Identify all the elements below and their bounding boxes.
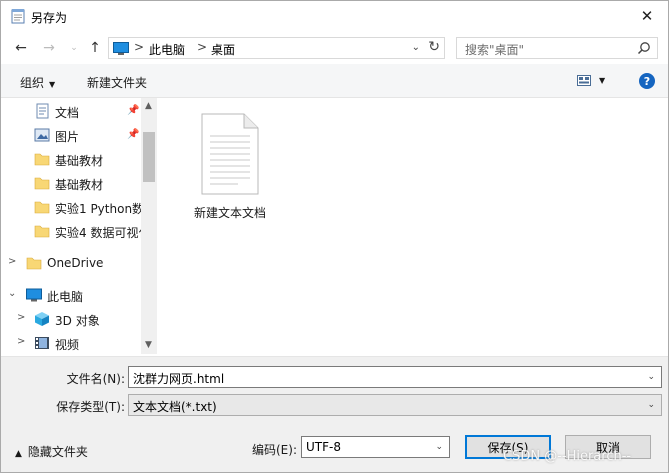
address-dropdown-icon[interactable]: ⌄ [412,42,420,53]
notepad-icon [11,9,25,24]
breadcrumb-desktop[interactable]: 桌面 [211,41,235,58]
help-button[interactable]: ? [639,73,655,89]
search-icon[interactable] [637,41,651,55]
navigation-pane: 文档 📌 图片 📌 基础教材 基础教材 实验1 Python数 实验4 数据可视… [1,98,157,354]
nav-item-folder[interactable]: 实验4 数据可视化 [1,220,141,242]
pictures-icon [34,128,50,142]
nav-item-label: 基础教材 [55,154,104,168]
view-dropdown-icon[interactable]: ▼ [599,76,605,85]
nav-item-label: 此电脑 [47,290,84,304]
chevron-up-icon: ▲ [15,449,22,459]
scrollbar-thumb[interactable] [143,132,155,182]
breadcrumb-separator: > [134,40,145,54]
nav-item-label: 视频 [55,338,80,352]
arrow-right-icon: → [43,40,55,56]
caret-down-icon: ▼ [49,80,56,89]
nav-item-label: 文档 [55,106,80,120]
file-item[interactable]: 新建文本文档 [187,110,273,220]
nav-item-this-pc[interactable]: ⌄ 此电脑 [1,284,141,306]
help-icon: ? [643,74,651,88]
folder-icon [34,225,50,238]
search-box[interactable]: 搜索"桌面" [456,37,658,59]
chevron-right-icon[interactable]: > [8,256,16,267]
file-name: 新建文本文档 [193,206,266,220]
hide-folders-button[interactable]: ▲ 隐藏文件夹 [15,443,88,460]
scroll-up-icon[interactable]: ▲ [145,101,152,111]
window-title: 另存为 [31,11,68,25]
back-button[interactable]: ← [11,38,31,58]
filename-label: 文件名(N): [66,372,125,386]
chevron-down-icon: ⌄ [435,442,443,452]
text-file-icon [201,113,259,195]
folder-icon [34,177,50,190]
file-list: 新建文本文档 [161,98,668,354]
chevron-down-icon: ⌄ [70,43,78,53]
chevron-right-icon[interactable]: > [17,336,25,347]
encoding-label: 编码(E): [252,443,297,457]
filetype-label: 保存类型(T): [56,400,125,414]
onedrive-folder-icon [26,257,42,270]
encoding-value: UTF-8 [306,440,341,454]
hide-folders-label: 隐藏文件夹 [27,445,88,459]
folder-icon [34,201,50,214]
chevron-down-icon: ⌄ [647,400,655,410]
nav-pane-scrollbar[interactable]: ▲ ▼ [141,98,157,354]
nav-item-onedrive[interactable]: > OneDrive [1,252,141,274]
chevron-right-icon[interactable]: > [17,312,25,323]
up-button[interactable]: ↑ [85,38,105,58]
refresh-icon[interactable]: ↻ [428,39,440,55]
filetype-select[interactable]: 文本文档(*.txt) ⌄ [128,394,662,416]
organize-label: 组织 [20,76,45,90]
arrow-left-icon: ← [15,40,27,56]
pin-icon[interactable]: 📌 [127,105,139,116]
scroll-down-icon[interactable]: ▼ [145,340,152,350]
documents-icon [36,103,49,119]
arrow-up-icon: ↑ [89,40,101,56]
filetype-value: 文本文档(*.txt) [133,400,217,414]
save-as-dialog: 另存为 ✕ ← → ⌄ ↑ > 此电脑 > 桌面 ⌄ ↻ 搜索"桌面" 组织 ▼… [0,0,669,473]
computer-icon [26,288,42,302]
view-options-icon[interactable] [577,75,591,86]
nav-item-label: 实验1 Python数 [55,202,141,216]
command-bar: 组织 ▼ 新建文件夹 ▼ ? [1,64,668,98]
address-bar[interactable]: > 此电脑 > 桌面 ⌄ ↻ [108,37,445,59]
navigation-row: ← → ⌄ ↑ > 此电脑 > 桌面 ⌄ ↻ 搜索"桌面" [1,32,668,64]
nav-item-label: 3D 对象 [55,314,100,328]
breadcrumb-this-pc[interactable]: 此电脑 [149,41,185,58]
organize-button[interactable]: 组织 ▼ [20,74,55,91]
nav-item-label: 实验4 数据可视化 [55,226,141,240]
nav-item-label: OneDrive [47,256,104,270]
filename-field[interactable]: 沈群力网页.html ⌄ [128,366,662,388]
close-button[interactable]: ✕ [632,3,662,29]
recent-locations-button[interactable]: ⌄ [64,38,84,58]
videos-icon [35,337,49,349]
nav-item-documents[interactable]: 文档 📌 [1,100,141,122]
watermark: CSDN @--Hierarch-- [503,449,632,464]
nav-item-3d-objects[interactable]: > 3D 对象 [1,308,141,330]
computer-icon [113,42,129,55]
3d-objects-icon [35,312,49,326]
chevron-down-icon[interactable]: ⌄ [8,288,16,299]
encoding-select[interactable]: UTF-8 ⌄ [301,436,450,458]
nav-item-folder[interactable]: 实验1 Python数 [1,196,141,218]
chevron-down-icon[interactable]: ⌄ [647,372,655,382]
close-icon: ✕ [640,7,654,25]
nav-item-label: 基础教材 [55,178,104,192]
filename-value: 沈群力网页.html [133,372,225,386]
forward-button[interactable]: → [39,38,59,58]
nav-item-pictures[interactable]: 图片 📌 [1,124,141,146]
nav-item-folder[interactable]: 基础教材 [1,148,141,170]
search-input[interactable]: 搜索"桌面" [465,41,524,58]
nav-item-label: 图片 [55,130,80,144]
nav-item-videos[interactable]: > 视频 [1,332,141,354]
new-folder-button[interactable]: 新建文件夹 [87,74,147,91]
pin-icon[interactable]: 📌 [127,129,139,140]
title-bar: 另存为 ✕ [1,1,668,32]
nav-item-folder[interactable]: 基础教材 [1,172,141,194]
breadcrumb-separator: > [197,40,208,54]
folder-icon [34,153,50,166]
